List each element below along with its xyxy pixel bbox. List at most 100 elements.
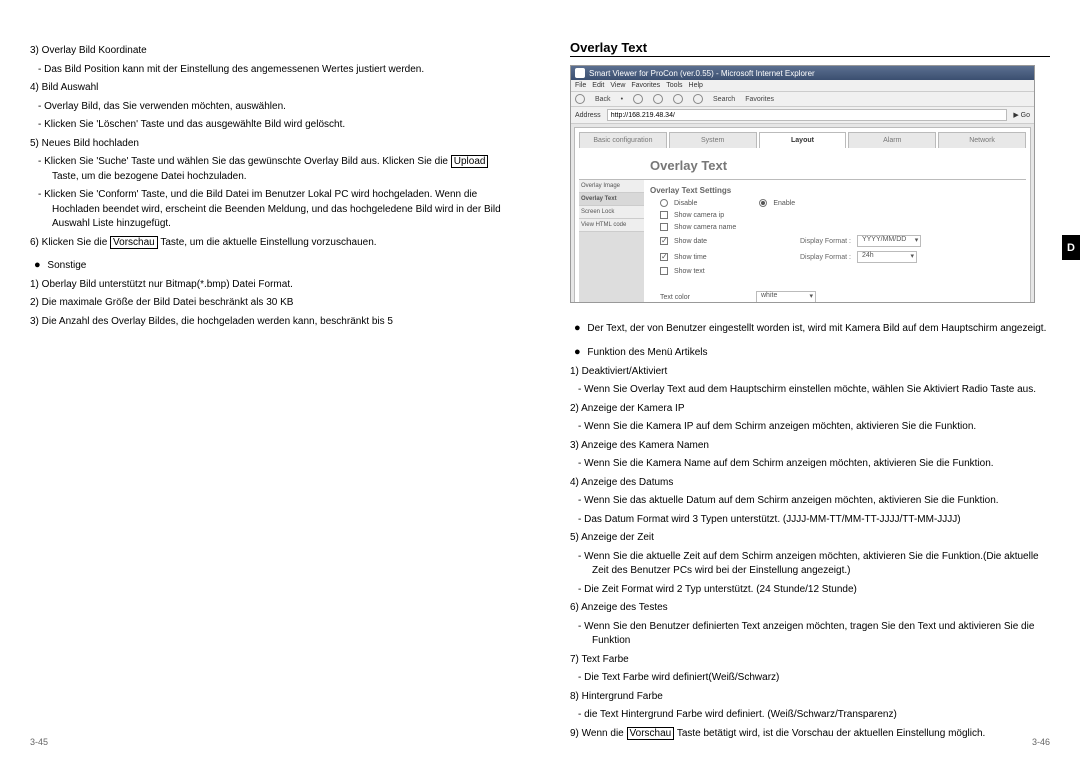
menu-item[interactable]: Edit (592, 82, 604, 89)
list-sub: - Wenn Sie das aktuelle Datum auf dem Sc… (592, 494, 1050, 509)
window-title: Smart Viewer for ProCon (ver.0.55) - Mic… (589, 69, 815, 78)
forward-icon[interactable] (633, 94, 643, 104)
list-sub: - Wenn Sie die Kamera IP auf dem Schirm … (592, 420, 1050, 435)
list-sub: - Die Text Farbe wird definiert(Weiß/Sch… (592, 671, 1050, 686)
list-sub: - Die Zeit Format wird 2 Typ unterstützt… (592, 583, 1050, 598)
left-page: 3) Overlay Bild Koordinate - Das Bild Pos… (0, 0, 540, 765)
list-item: 2) Anzeige der Kamera IP (584, 402, 1050, 417)
list-sub: - Klicken Sie 'Conform' Taste, und die B… (52, 188, 510, 232)
bullet-item: ● Funktion des Menü Artikels (574, 345, 1050, 361)
format-select[interactable]: 24h (857, 251, 917, 263)
list-item: 1) Deaktiviert/Aktiviert (584, 365, 1050, 380)
refresh-icon[interactable] (673, 94, 683, 104)
radio-enable[interactable] (759, 199, 767, 207)
list-sub: - Wenn Sie Overlay Text aud dem Hauptsch… (592, 383, 1050, 398)
list-item: 8) Hintergrund Farbe (584, 690, 1050, 705)
radio-disable-label: Disable (674, 200, 697, 207)
list-item: 5) Neues Bild hochladen (44, 137, 510, 152)
option-label: Show time (674, 254, 764, 261)
option-row: Show time Display Format : 24h (660, 251, 1020, 263)
window-menubar[interactable]: File Edit View Favorites Tools Help (571, 80, 1034, 92)
back-icon[interactable] (575, 94, 585, 104)
option-row: Show text (660, 267, 1020, 275)
format-label: Display Format : (800, 238, 851, 245)
address-bar[interactable]: Address ▶ Go (571, 107, 1034, 124)
list-item: 9) Wenn die Vorschau Taste betätigt wird… (584, 727, 1050, 742)
list-item: 5) Anzeige der Zeit (584, 531, 1050, 546)
address-label: Address (575, 112, 601, 119)
tab-network[interactable]: Network (938, 132, 1026, 148)
option-row: Show camera name (660, 223, 1020, 231)
bullet-item: ● Der Text, der von Benutzer eingestellt… (574, 321, 1050, 337)
list-sub: - Wenn Sie den Benutzer definierten Text… (592, 620, 1050, 649)
tab-alarm[interactable]: Alarm (848, 132, 936, 148)
list-sub: - Klicken Sie 'Löschen' Taste und das au… (52, 118, 510, 133)
checkbox[interactable] (660, 211, 668, 219)
list-item: 6) Anzeige des Testes (584, 601, 1050, 616)
stop-icon[interactable] (653, 94, 663, 104)
app-icon (575, 68, 585, 78)
menu-item[interactable]: File (575, 82, 586, 89)
settings-panel: Overlay Text Settings Disable Enable Sho… (644, 180, 1026, 303)
text-color-select[interactable]: white (756, 291, 816, 303)
page-number-left: 3-45 (30, 737, 48, 747)
checkbox[interactable] (660, 223, 668, 231)
window-titlebar: Smart Viewer for ProCon (ver.0.55) - Mic… (571, 66, 1034, 80)
main-tabs[interactable]: Basic configurationSystemLayoutAlarmNetw… (579, 132, 1026, 148)
text-color-label: Text color (660, 294, 750, 301)
toolbar-favorites[interactable]: Favorites (745, 96, 774, 103)
sidebar-item[interactable]: Overlay Image (579, 180, 644, 193)
menu-item[interactable]: Favorites (631, 82, 660, 89)
list-sub: - die Text Hintergrund Farbe wird defini… (592, 708, 1050, 723)
checkbox[interactable] (660, 267, 668, 275)
panel-heading: Overlay Text (650, 158, 1030, 173)
inline-button: Upload (451, 155, 489, 168)
list-item: 2) Die maximale Größe der Bild Datei bes… (44, 296, 510, 311)
tab-layout[interactable]: Layout (759, 132, 847, 148)
viewer-body: Basic configurationSystemLayoutAlarmNetw… (574, 127, 1031, 303)
list-item: 3) Die Anzahl des Overlay Bildes, die ho… (44, 315, 510, 330)
radio-disable[interactable] (660, 199, 668, 207)
format-label: Display Format : (800, 254, 851, 261)
sidebar-item[interactable]: View HTML code (579, 219, 644, 232)
option-label: Show text (674, 268, 764, 275)
list-item: 3) Anzeige des Kamera Namen (584, 439, 1050, 454)
left-content: 3) Overlay Bild Koordinate - Das Bild Pos… (30, 40, 510, 333)
list-sub: - Wenn Sie die aktuelle Zeit auf dem Sch… (592, 550, 1050, 579)
toolbar-back[interactable]: Back (595, 96, 611, 103)
app-screenshot: Smart Viewer for ProCon (ver.0.55) - Mic… (570, 65, 1035, 303)
right-content: ● Der Text, der von Benutzer eingestellt… (570, 313, 1050, 745)
format-select[interactable]: YYYY/MM/DD (857, 235, 921, 247)
list-sub: - Das Bild Position kann mit der Einstel… (52, 63, 510, 78)
toolbar-search[interactable]: Search (713, 96, 735, 103)
side-nav[interactable]: Overlay ImageOverlay TextScreen LockView… (579, 180, 644, 303)
inline-button: Vorschau (627, 727, 675, 740)
list-item: 6) Klicken Sie die Vorschau Taste, um di… (44, 236, 510, 251)
home-icon[interactable] (693, 94, 703, 104)
checkbox[interactable] (660, 253, 668, 261)
list-item: 3) Overlay Bild Koordinate (44, 44, 510, 59)
sidebar-item[interactable]: Screen Lock (579, 206, 644, 219)
option-row: Show camera ip (660, 211, 1020, 219)
menu-item[interactable]: Tools (666, 82, 682, 89)
list-item: 1) Oberlay Bild unterstützt nur Bitmap(*… (44, 278, 510, 293)
address-input[interactable] (607, 109, 1008, 121)
menu-item[interactable]: View (610, 82, 625, 89)
list-sub: - Das Datum Format wird 3 Typen unterstü… (592, 513, 1050, 528)
list-item: 4) Anzeige des Datums (584, 476, 1050, 491)
right-page: Overlay Text Smart Viewer for ProCon (ve… (540, 0, 1080, 765)
section-heading: Overlay Text (570, 40, 1050, 57)
list-item: 7) Text Farbe (584, 653, 1050, 668)
tab-system[interactable]: System (669, 132, 757, 148)
go-icon[interactable]: ▶ Go (1013, 111, 1030, 119)
inline-button: Vorschau (110, 236, 158, 249)
checkbox[interactable] (660, 237, 668, 245)
option-label: Show camera name (674, 224, 764, 231)
sidebar-item[interactable]: Overlay Text (579, 193, 644, 206)
list-sub: - Overlay Bild, das Sie verwenden möchte… (52, 100, 510, 115)
menu-item[interactable]: Help (689, 82, 703, 89)
tab-basic configuration[interactable]: Basic configuration (579, 132, 667, 148)
window-toolbar[interactable]: Back • Search Favorites (571, 92, 1034, 107)
radio-enable-label: Enable (773, 200, 795, 207)
list-sub: - Wenn Sie die Kamera Name auf dem Schir… (592, 457, 1050, 472)
